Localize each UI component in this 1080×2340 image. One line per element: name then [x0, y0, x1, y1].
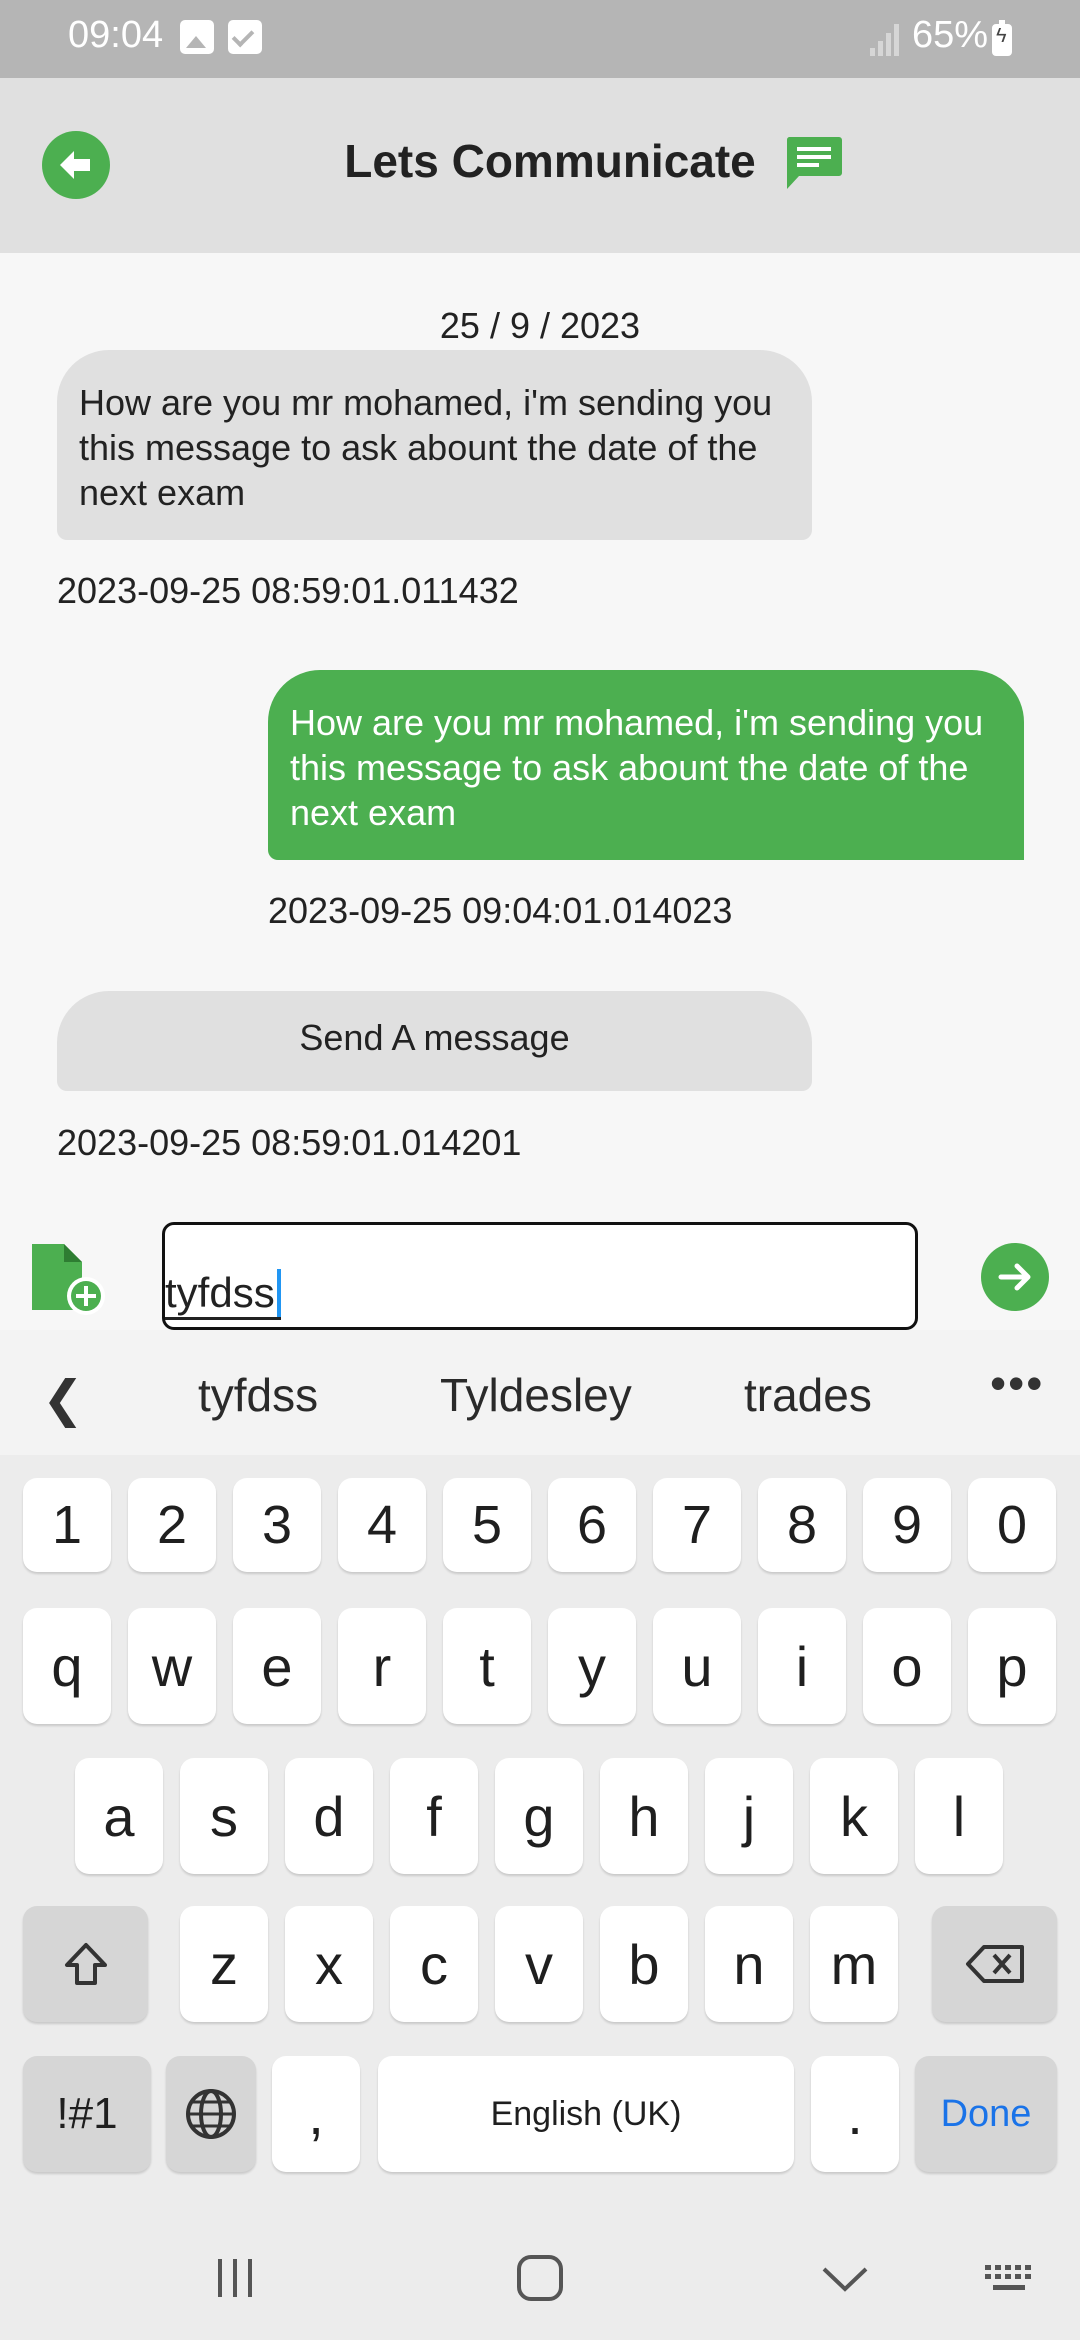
key-t[interactable]: t: [443, 1608, 531, 1724]
checkbox-icon: [228, 20, 262, 54]
more-suggestions-button[interactable]: •••: [990, 1356, 1044, 1410]
key-k[interactable]: k: [810, 1758, 898, 1874]
send-button[interactable]: [981, 1243, 1049, 1311]
message-timestamp: 2023-09-25 08:59:01.014201: [57, 1122, 522, 1163]
key-m[interactable]: m: [810, 1906, 898, 2022]
status-time: 09:04: [68, 14, 164, 56]
message-timestamp: 2023-09-25 08:59:01.011432: [57, 570, 519, 611]
key-j[interactable]: j: [705, 1758, 793, 1874]
chat-icon[interactable]: [785, 135, 843, 191]
message-input[interactable]: tyfdss: [162, 1222, 918, 1330]
battery-icon: [992, 20, 1012, 56]
key-i[interactable]: i: [758, 1608, 846, 1724]
suggestion-bar: ❮ tyfdss Tyldesley trades •••: [0, 1330, 1080, 1455]
key-y[interactable]: y: [548, 1608, 636, 1724]
back-nav-button[interactable]: [810, 2215, 880, 2340]
key-d[interactable]: d: [285, 1758, 373, 1874]
comma-key[interactable]: ,: [272, 2056, 360, 2172]
key-0[interactable]: 0: [968, 1478, 1056, 1572]
home-button[interactable]: [505, 2215, 575, 2340]
period-key[interactable]: .: [811, 2056, 899, 2172]
chevron-down-icon: [822, 2267, 868, 2292]
suggestion-3[interactable]: trades: [744, 1368, 872, 1422]
space-key[interactable]: English (UK): [378, 2056, 794, 2172]
shift-key[interactable]: [23, 1906, 148, 2022]
suggestion-2[interactable]: Tyldesley: [440, 1368, 632, 1422]
key-z[interactable]: z: [180, 1906, 268, 2022]
key-3[interactable]: 3: [233, 1478, 321, 1572]
status-bar: 09:04 65%: [0, 0, 1080, 78]
done-key[interactable]: Done: [915, 2056, 1057, 2172]
page-title: Lets Communicate: [344, 135, 756, 187]
key-v[interactable]: v: [495, 1906, 583, 2022]
key-f[interactable]: f: [390, 1758, 478, 1874]
key-h[interactable]: h: [600, 1758, 688, 1874]
chevron-left-icon[interactable]: ❮: [42, 1370, 84, 1428]
key-w[interactable]: w: [128, 1608, 216, 1724]
key-s[interactable]: s: [180, 1758, 268, 1874]
message-bubble-received[interactable]: Send A message: [57, 991, 812, 1091]
key-r[interactable]: r: [338, 1608, 426, 1724]
key-e[interactable]: e: [233, 1608, 321, 1724]
key-x[interactable]: x: [285, 1906, 373, 2022]
date-header: 25 / 9 / 2023: [439, 305, 641, 346]
language-key[interactable]: [166, 2056, 256, 2172]
backspace-icon: [965, 1945, 1024, 1983]
shift-icon: [64, 1943, 107, 1985]
key-7[interactable]: 7: [653, 1478, 741, 1572]
key-g[interactable]: g: [495, 1758, 583, 1874]
key-9[interactable]: 9: [863, 1478, 951, 1572]
notification-icons: [180, 20, 262, 54]
key-5[interactable]: 5: [443, 1478, 531, 1572]
key-l[interactable]: l: [915, 1758, 1003, 1874]
backspace-key[interactable]: [932, 1906, 1057, 2022]
key-o[interactable]: o: [863, 1608, 951, 1724]
key-2[interactable]: 2: [128, 1478, 216, 1572]
key-q[interactable]: q: [23, 1608, 111, 1724]
symbols-key[interactable]: !#1: [23, 2056, 151, 2172]
key-8[interactable]: 8: [758, 1478, 846, 1572]
key-a[interactable]: a: [75, 1758, 163, 1874]
keyboard-icon: [985, 2264, 1031, 2290]
recent-apps-icon: [218, 2258, 252, 2297]
signal-icon: [870, 24, 900, 56]
system-nav-bar: [0, 2215, 1080, 2340]
key-p[interactable]: p: [968, 1608, 1056, 1724]
suggestion-1[interactable]: tyfdss: [198, 1368, 318, 1422]
add-file-icon[interactable]: [30, 1240, 108, 1318]
key-u[interactable]: u: [653, 1608, 741, 1724]
battery-percent: 65%: [912, 14, 989, 56]
message-bubble-sent[interactable]: How are you mr mohamed, i'm sending you …: [268, 670, 1024, 860]
key-6[interactable]: 6: [548, 1478, 636, 1572]
message-timestamp: 2023-09-25 09:04:01.014023: [268, 890, 733, 931]
keyboard: ❮ tyfdss Tyldesley trades ••• 1234567890…: [0, 1330, 1080, 2340]
keyboard-toggle-button[interactable]: [975, 2215, 1045, 2340]
recent-apps-button[interactable]: [200, 2215, 270, 2340]
message-bubble-received[interactable]: How are you mr mohamed, i'm sending you …: [57, 350, 812, 540]
key-1[interactable]: 1: [23, 1478, 111, 1572]
send-arrow-icon: [998, 1263, 1031, 1291]
app-bar: Lets Communicate: [0, 78, 1080, 253]
key-b[interactable]: b: [600, 1906, 688, 2022]
globe-icon: [186, 2089, 236, 2139]
message-input-text: tyfdss: [165, 1269, 281, 1320]
key-n[interactable]: n: [705, 1906, 793, 2022]
gallery-icon: [180, 20, 214, 54]
home-icon: [517, 2254, 563, 2301]
key-c[interactable]: c: [390, 1906, 478, 2022]
key-4[interactable]: 4: [338, 1478, 426, 1572]
text-caret: [276, 1269, 281, 1317]
